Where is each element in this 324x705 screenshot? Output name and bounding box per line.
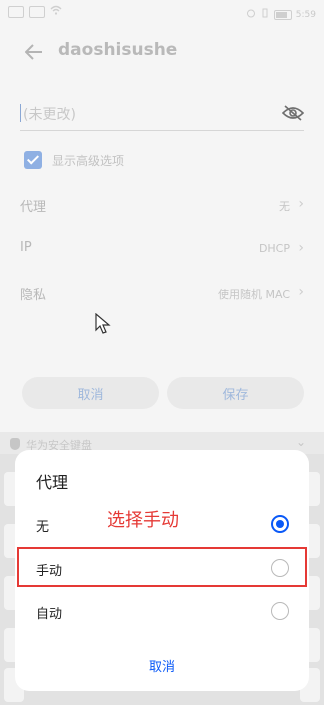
alarm-icon xyxy=(246,8,256,21)
proxy-row[interactable]: 代理 无 › xyxy=(20,190,304,222)
wifi-settings-screen: 5:59 daoshisushe (未更改) 显示高级选项 代理 无 › IP … xyxy=(0,0,324,705)
cancel-button[interactable]: 取消 xyxy=(22,377,159,409)
status-time: 5:59 xyxy=(295,9,316,20)
privacy-value: 使用随机 MAC xyxy=(218,288,290,301)
ip-row[interactable]: IP DHCP › xyxy=(20,234,304,266)
password-placeholder: (未更改) xyxy=(23,107,76,123)
password-input[interactable]: (未更改) xyxy=(20,98,305,131)
radio-selected-icon[interactable] xyxy=(271,515,289,533)
option-none[interactable]: 无 xyxy=(15,504,309,546)
back-button[interactable] xyxy=(20,38,48,66)
annotation-highlight-box xyxy=(17,547,307,587)
dialog-cancel-button[interactable]: 取消 xyxy=(15,656,309,675)
mouse-pointer-icon xyxy=(95,313,111,334)
chevron-right-icon: › xyxy=(298,196,304,212)
chevron-down-icon[interactable]: ⌄ xyxy=(296,435,306,449)
privacy-label: 隐私 xyxy=(20,288,47,303)
option-auto[interactable]: 自动 xyxy=(15,591,309,633)
save-button[interactable]: 保存 xyxy=(167,377,304,409)
signal-icon-2 xyxy=(29,5,45,18)
signal-icon xyxy=(8,5,24,18)
eye-off-icon[interactable] xyxy=(281,104,305,122)
battery-icon xyxy=(273,9,292,20)
proxy-dialog: 代理 选择手动 无 手动 自动 取消 xyxy=(15,450,309,691)
radio-unselected-icon[interactable] xyxy=(271,602,289,620)
ip-label: IP xyxy=(20,240,32,255)
proxy-value: 无 xyxy=(279,200,290,213)
status-icons-right: 5:59 xyxy=(246,8,316,21)
advanced-options-row[interactable]: 显示高级选项 xyxy=(20,148,304,172)
text-cursor xyxy=(20,104,21,122)
chevron-right-icon: › xyxy=(298,240,304,256)
advanced-options-checkbox[interactable] xyxy=(24,151,42,169)
proxy-label: 代理 xyxy=(20,200,47,215)
option-none-label: 无 xyxy=(36,520,50,535)
app-header: daoshisushe xyxy=(0,30,324,72)
ip-value: DHCP xyxy=(258,242,290,255)
status-bar: 5:59 xyxy=(0,0,324,28)
page-title: daoshisushe xyxy=(58,40,178,60)
privacy-row[interactable]: 隐私 使用随机 MAC › xyxy=(20,278,304,310)
wifi-icon xyxy=(50,5,62,18)
option-auto-label: 自动 xyxy=(36,607,63,622)
status-icons-left xyxy=(8,5,62,18)
shield-icon xyxy=(10,438,20,450)
advanced-options-label: 显示高级选项 xyxy=(52,154,125,168)
dialog-title: 代理 xyxy=(36,473,69,492)
arrow-left-icon xyxy=(25,44,42,60)
vibrate-icon xyxy=(260,8,270,21)
chevron-right-icon: › xyxy=(298,284,304,300)
